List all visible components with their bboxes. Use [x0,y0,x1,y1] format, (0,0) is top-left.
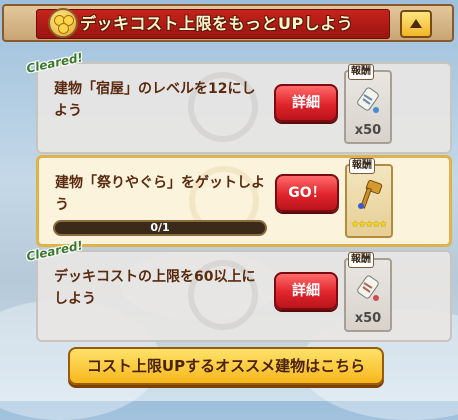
reward-box[interactable]: 報酬 x50 [344,252,392,332]
reward-label: 報酬 [348,252,374,268]
mission-text: デッキコストの上限を60以上にしよう [54,269,256,307]
reward-count: x50 [354,123,382,138]
rarity-stars: ★★★★★ [351,220,387,230]
reward-count: x50 [354,311,382,326]
coins-icon [48,8,78,38]
header-title: デッキコスト上限をもっとUPしよう [80,14,354,33]
details-button[interactable]: 詳細 [274,272,338,310]
go-button[interactable]: GO！ [275,174,339,212]
mission-card-2: 建物「祭りやぐら」をゲットしよう GO！ 0/1 報酬 ★★★★★ [36,155,452,247]
collapse-button[interactable] [400,10,432,38]
mission-card-3: Cleared! デッキコストの上限を60以上にしよう 詳細 報酬 x50 [25,238,452,342]
progress-text: 0/1 [150,221,170,234]
mission-progress-bar: 0/1 [53,220,267,236]
reward-box[interactable]: 報酬 x50 [344,64,392,144]
scroll-icon [357,87,379,113]
cleared-stamp: Cleared! [25,50,85,76]
reward-box[interactable]: 報酬 ★★★★★ [345,158,393,238]
mission-text: 建物「宿屋」のレベルを12にしよう [54,81,256,119]
mission-card-1: Cleared! 建物「宿屋」のレベルを12にしよう 詳細 報酬 x50 [25,50,452,154]
scroll-icon [357,275,379,301]
hammer-icon [358,180,383,209]
recommended-buildings-button[interactable]: コスト上限UPするオススメ建物はこちら [68,347,384,385]
reward-label: 報酬 [348,64,374,80]
mission-header-banner: デッキコスト上限をもっとUPしよう [2,4,454,42]
mission-text: 建物「祭りやぐら」をゲットしよう [55,175,265,213]
reward-label: 報酬 [349,158,375,174]
details-button[interactable]: 詳細 [274,84,338,122]
chevron-up-icon [410,19,422,28]
